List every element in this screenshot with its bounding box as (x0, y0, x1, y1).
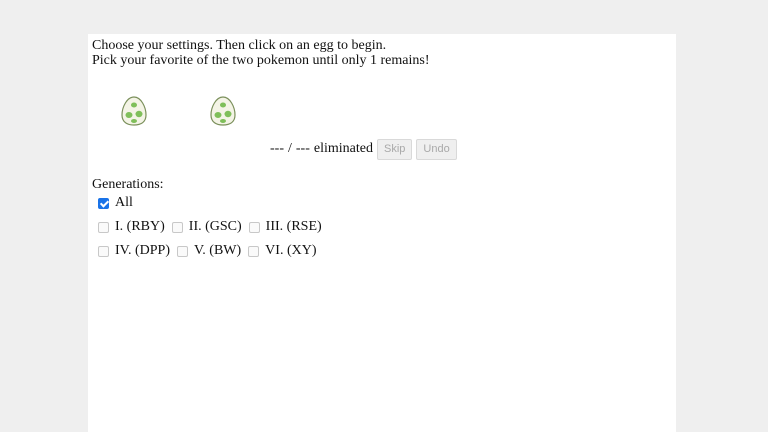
generation-all-row: All (98, 195, 140, 211)
generation-label-4: IV. (DPP) (115, 243, 170, 258)
generation-option-3[interactable]: III. (RSE) (248, 219, 322, 235)
generation-row-1: I. (RBY) II. (GSC) III. (RSE) (98, 219, 329, 235)
generations-title: Generations: (92, 177, 164, 192)
undo-button[interactable]: Undo (416, 138, 457, 160)
generation-checkbox-5[interactable] (176, 245, 188, 257)
generation-row-2: IV. (DPP) V. (BW) VI. (XY) (98, 243, 324, 259)
generation-option-2[interactable]: II. (GSC) (171, 219, 242, 235)
main-panel: Choose your settings. Then click on an e… (88, 34, 676, 432)
generation-label-3: III. (RSE) (265, 219, 322, 234)
generation-label-2: II. (GSC) (188, 219, 242, 234)
egg-right-icon[interactable] (210, 96, 236, 126)
generation-checkbox-2[interactable] (171, 221, 183, 233)
generation-option-5[interactable]: V. (BW) (176, 243, 242, 259)
instruction-line-2: Pick your favorite of the two pokemon un… (92, 53, 430, 68)
generation-label-1: I. (RBY) (115, 219, 165, 234)
generation-checkbox-6[interactable] (248, 245, 260, 257)
instruction-line-1: Choose your settings. Then click on an e… (92, 38, 387, 53)
eliminated-label: eliminated (313, 141, 373, 156)
generation-all-option[interactable]: All (98, 195, 133, 211)
egg-left-icon[interactable] (121, 96, 147, 126)
generation-checkbox-4[interactable] (98, 245, 109, 257)
generation-label-6: VI. (XY) (265, 243, 317, 258)
all-label: All (115, 195, 133, 210)
remaining-count: --- (270, 141, 284, 156)
instructions: Choose your settings. Then click on an e… (92, 38, 430, 68)
all-checkbox[interactable] (98, 197, 109, 209)
status-row: --- / --- eliminated Skip Undo (270, 138, 457, 160)
generation-checkbox-3[interactable] (248, 221, 260, 233)
generation-option-1[interactable]: I. (RBY) (98, 219, 165, 235)
generation-label-5: V. (BW) (193, 243, 242, 258)
skip-button[interactable]: Skip (376, 138, 413, 160)
generation-option-6[interactable]: VI. (XY) (248, 243, 317, 259)
generation-checkbox-1[interactable] (98, 221, 109, 233)
total-count: --- (295, 141, 310, 156)
generation-option-4[interactable]: IV. (DPP) (98, 243, 170, 259)
count-separator: / (288, 141, 292, 156)
